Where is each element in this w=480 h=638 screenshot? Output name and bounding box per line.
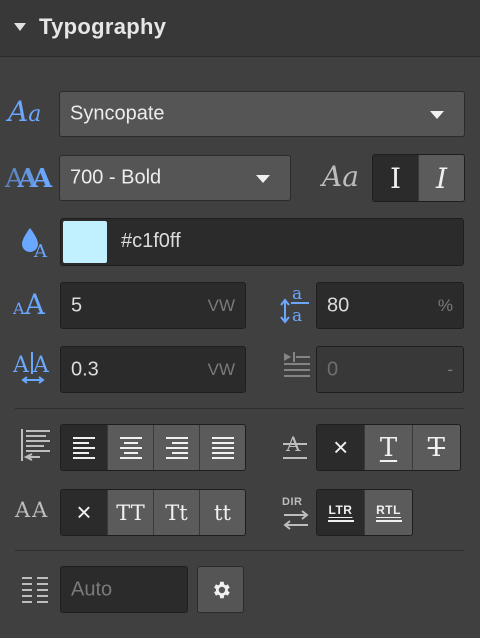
font-weight-select[interactable]: 700 - Bold [59,155,291,201]
font-family-value: Syncopate [70,102,165,125]
align-left-button[interactable] [61,425,107,470]
text-columns-icon [20,575,50,603]
svg-text:A: A [12,353,30,378]
decoration-underline-button[interactable]: T [364,425,412,470]
direction-label: DIR [282,496,303,508]
section-title: Typography [39,14,167,39]
align-center-button[interactable] [107,425,153,470]
typography-section-header[interactable]: Typography [0,0,480,57]
chevron-down-icon [430,111,444,119]
font-weight-value: 700 - Bold [70,166,162,189]
line-height-icon: a a [280,283,310,326]
close-icon: × [76,497,92,527]
transform-lowercase-button[interactable]: tt [199,490,245,535]
strikethrough-icon: T [427,432,445,463]
ltr-icon: LTR [328,503,353,517]
transform-capitalize-button[interactable]: Tt [153,490,199,535]
ltr-lines [327,520,354,522]
align-center-icon [119,436,142,459]
font-family-icon: Aa [8,95,42,128]
text-decoration-icon: A [281,431,309,465]
font-size-input[interactable]: 5 VW [60,282,246,329]
chevron-down-icon [256,175,270,183]
close-icon: × [333,432,349,462]
font-family-select[interactable]: Syncopate [59,91,465,137]
text-indent-input: 0 - [316,346,464,393]
style-italic-button[interactable]: I [418,155,464,201]
uppercase-icon: TT [116,500,145,525]
svg-text:a: a [292,284,302,304]
line-height-input[interactable]: 80 % [316,282,464,329]
letter-spacing-value: 0.3 [71,358,99,380]
letter-spacing-icon: A A [12,350,52,386]
letter-spacing-input[interactable]: 0.3 VW [60,346,246,393]
column-settings-button[interactable] [197,566,244,613]
text-columns-placeholder: Auto [71,578,113,600]
text-align-toggle [60,424,246,471]
line-height-unit[interactable]: % [438,296,453,316]
underline-icon: T [379,432,398,463]
align-right-icon [165,436,188,459]
style-normal-button[interactable]: I [373,155,418,201]
decoration-strikethrough-button[interactable]: T [411,425,460,470]
text-decoration-toggle: × T T [316,424,461,471]
text-direction-toggle: LTR RTL [316,489,413,536]
font-size-value: 5 [71,294,83,316]
text-direction-icon: DIR [280,496,312,530]
font-weight-icon: AAA [5,164,52,194]
italic-style-icon: I [435,161,448,195]
color-hex-value: #c1f0ff [121,230,181,252]
collapse-caret-icon[interactable] [14,23,26,31]
svg-text:A: A [33,241,48,260]
section-divider [15,550,464,551]
section-divider [15,408,464,409]
svg-text:A: A [32,353,50,378]
transform-uppercase-button[interactable]: TT [107,490,153,535]
font-size-icon: AA [13,288,45,321]
capitalize-icon: Tt [165,500,188,525]
font-style-label: Aa [322,160,359,193]
text-indent-value: 0 [327,358,339,380]
text-transform-label: AA [15,498,50,522]
text-indent-unit: - [447,359,453,379]
text-align-icon [18,427,52,463]
text-columns-input[interactable]: Auto [60,566,188,613]
align-justify-button[interactable] [199,425,245,470]
line-height-value: 80 [327,294,350,316]
rtl-icon: RTL [376,503,401,517]
decoration-none-button[interactable]: × [317,425,365,470]
direction-rtl-button[interactable]: RTL [364,490,412,535]
font-style-toggle: I I [372,154,465,202]
direction-ltr-button[interactable]: LTR [317,490,364,535]
gear-icon [214,581,230,599]
text-color-icon: A [20,226,52,262]
transform-none-button[interactable]: × [61,490,107,535]
letter-spacing-unit[interactable]: VW [208,360,235,380]
svg-text:a: a [292,306,302,325]
lowercase-icon: tt [214,500,231,525]
align-right-button[interactable] [153,425,199,470]
align-left-icon [73,436,95,459]
text-color-field[interactable]: #c1f0ff [60,218,464,266]
text-transform-toggle: × TT Tt tt [60,489,246,536]
text-indent-icon [282,350,312,380]
normal-style-icon: I [389,161,402,195]
color-swatch[interactable] [63,221,107,263]
rtl-lines [375,520,402,522]
align-justify-icon [211,436,234,459]
font-size-unit[interactable]: VW [208,296,235,316]
